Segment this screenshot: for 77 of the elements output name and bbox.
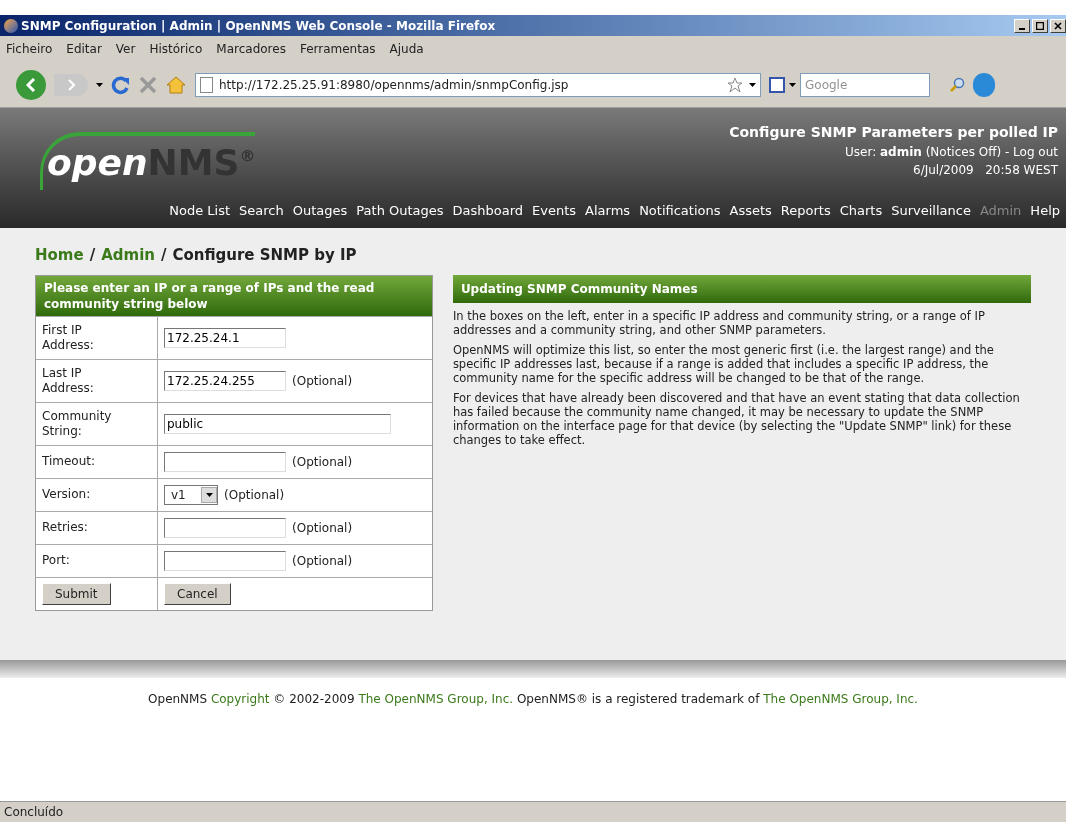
date-time: 6/Jul/2009 20:58 WEST <box>913 162 1058 179</box>
optional-note: (Optional) <box>292 519 353 537</box>
optional-note: (Optional) <box>224 486 285 504</box>
help-paragraph: In the boxes on the left, enter in a specific IP address and community string, or a range of IP addresses and a community string, and other SNMP parameters. <box>452 308 986 337</box>
field-label: First IP Address: <box>42 322 95 353</box>
nav-link[interactable]: Notifications <box>639 201 721 221</box>
user-info: User: admin (Notices Off) - Log out <box>845 144 1058 161</box>
search-icon[interactable] <box>949 76 965 93</box>
nav-link[interactable]: Reports <box>780 201 831 221</box>
dropdown-arrow-icon <box>749 82 756 87</box>
field-label: Timeout: <box>42 454 96 469</box>
field-label: Port: <box>42 553 70 568</box>
footer-link[interactable]: The OpenNMS Group, Inc. <box>763 692 918 706</box>
footer-text: OpenNMS Copyright © 2002-2009 The OpenNMS Group, Inc. OpenNMS® is a registered trademark of The OpenNMS Group, Inc. <box>148 691 918 708</box>
nav-link[interactable]: Outages <box>292 201 348 221</box>
nav-link: Admin <box>979 202 1022 221</box>
nav-link[interactable]: Surveillance <box>891 201 971 221</box>
breadcrumb-link[interactable]: Home <box>35 244 84 267</box>
maximize-icon[interactable] <box>1032 18 1048 33</box>
menu-item[interactable]: Ficheiro <box>6 40 53 58</box>
help-title: Updating SNMP Community Names <box>452 274 1031 303</box>
text-field[interactable]: 172.25.24.255 <box>164 370 286 391</box>
page-icon <box>200 76 213 93</box>
field-label: Last IP Address: <box>42 365 95 396</box>
field-label: Version: <box>42 487 91 502</box>
nav-link[interactable]: Help <box>1030 201 1060 221</box>
menu-item[interactable]: Ajuda <box>389 40 424 58</box>
optional-note: (Optional) <box>292 372 353 390</box>
breadcrumb-current: Configure SNMP by IP <box>172 245 357 266</box>
field-label: Retries: <box>42 520 88 535</box>
text-field[interactable]: public <box>164 413 391 434</box>
close-icon[interactable] <box>1050 18 1066 33</box>
dropdown-arrow-icon <box>96 82 103 87</box>
footer-link[interactable]: The OpenNMS Group, Inc. <box>358 692 514 706</box>
footer-link[interactable]: Copyright <box>210 692 270 706</box>
minimize-icon[interactable] <box>1014 18 1030 33</box>
reload-icon[interactable] <box>111 74 131 95</box>
nav-link[interactable]: Search <box>239 201 284 221</box>
nav-link[interactable]: Charts <box>839 201 883 221</box>
menu-item[interactable]: Histórico <box>149 40 203 58</box>
field-label: Community String: <box>42 408 113 439</box>
nav-link[interactable]: Path Outages <box>356 201 444 221</box>
nav-link[interactable]: Dashboard <box>452 201 524 221</box>
back-button[interactable] <box>16 69 46 100</box>
nav-link[interactable]: Node List <box>169 201 231 221</box>
dropdown-button[interactable] <box>201 486 217 503</box>
nav-link[interactable]: Alarms <box>585 201 631 221</box>
nav-link[interactable]: Events <box>532 201 577 221</box>
menu-item[interactable]: Editar <box>66 40 102 58</box>
menu-item[interactable]: Ferramentas <box>299 40 376 58</box>
optional-note: (Optional) <box>292 552 353 570</box>
breadcrumb-separator: / <box>89 245 96 266</box>
breadcrumb-separator: / <box>160 245 167 266</box>
menu-item[interactable]: Ver <box>115 40 136 58</box>
url-field[interactable]: http://172.25.25.91:8980/opennms/admin/snmpConfig.jsp <box>195 72 761 97</box>
help-paragraph: For devices that have already been discovered and that have an event stating that data collection has failed because the community name changed, it may be necessary to update the SNMP information on the interface page for that device (by selecting the "Update SNMP" link) for these changes to take effect. <box>452 390 1021 447</box>
page-heading: Configure SNMP Parameters per polled IP <box>729 123 1058 142</box>
status-text: Concluído <box>4 804 64 821</box>
search-engine-icon[interactable] <box>769 76 785 93</box>
optional-note: (Optional) <box>292 453 353 471</box>
version-select[interactable]: v1 <box>164 484 218 505</box>
cancel-button[interactable]: Cancel <box>164 582 231 605</box>
text-field[interactable]: 172.25.24.1 <box>164 327 286 348</box>
window-title: SNMP Configuration | Admin | OpenNMS Web Console - Mozilla Firefox <box>21 17 497 35</box>
breadcrumb-link[interactable]: Admin <box>101 244 155 267</box>
search-field[interactable]: Google <box>800 72 930 97</box>
nav-link[interactable]: Assets <box>729 201 772 221</box>
form-title: Please enter an IP or a range of IPs and the read community string below <box>36 275 432 316</box>
dropdown-arrow-icon <box>205 492 213 497</box>
submit-button[interactable]: Submit <box>42 582 111 605</box>
text-field[interactable] <box>164 451 286 472</box>
dropdown-arrow-icon <box>789 82 796 87</box>
text-field[interactable] <box>164 517 286 538</box>
star-icon[interactable] <box>727 76 743 93</box>
text-field[interactable] <box>164 550 286 571</box>
menu-item[interactable]: Marcadores <box>216 40 286 58</box>
help-paragraph: OpenNMS will optimize this list, so enter the most generic first (i.e. the largest range) and the specific IP addresses last, because if a range is added that includes a specific IP address, the community name for the specific address will be changed to be that of the range. <box>452 342 995 385</box>
